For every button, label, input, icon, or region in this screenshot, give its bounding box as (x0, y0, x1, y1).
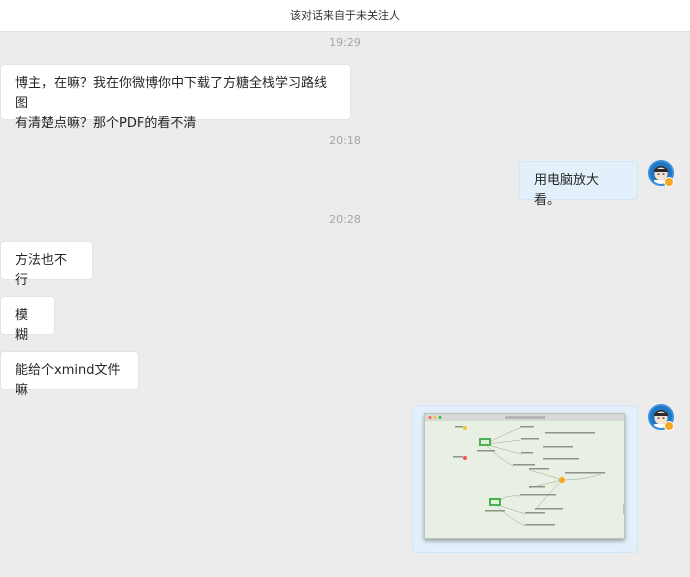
timestamp: 19:29 (329, 36, 361, 49)
incoming-message-bubble[interactable]: 能给个xmind文件嘛 (0, 351, 139, 398)
timestamp: 20:18 (329, 134, 361, 147)
message-text-line: 有清楚点嘛？那个PDF的看不清 (15, 116, 197, 131)
message-text: 能给个xmind文件嘛 (15, 363, 121, 398)
outgoing-image-bubble[interactable] (412, 405, 638, 553)
timestamp: 20:28 (329, 213, 361, 226)
mindmap-image (425, 414, 624, 527)
message-text: 方法也不行 (15, 253, 68, 288)
message-text: 模糊 (15, 308, 29, 343)
message-text-line: 博主，在嘛？我在你微博你中下载了方糖全栈学习路线图 (15, 76, 328, 111)
verified-badge-icon (664, 177, 674, 187)
header-title: 该对话来自于未关注人 (290, 9, 400, 22)
incoming-message-bubble[interactable]: 方法也不行 (0, 241, 93, 288)
incoming-message-bubble[interactable]: 博主，在嘛？我在你微博你中下载了方糖全栈学习路线图 有清楚点嘛？那个PDF的看不… (0, 64, 351, 131)
conversation-header: 该对话来自于未关注人 (0, 0, 690, 32)
mindmap-thumbnail[interactable] (424, 413, 625, 539)
outgoing-message-bubble[interactable]: 用电脑放大看。 (519, 161, 638, 208)
verified-badge-icon (664, 421, 674, 431)
message-text: 用电脑放大看。 (534, 173, 600, 208)
incoming-message-bubble[interactable]: 模糊 (0, 296, 55, 343)
